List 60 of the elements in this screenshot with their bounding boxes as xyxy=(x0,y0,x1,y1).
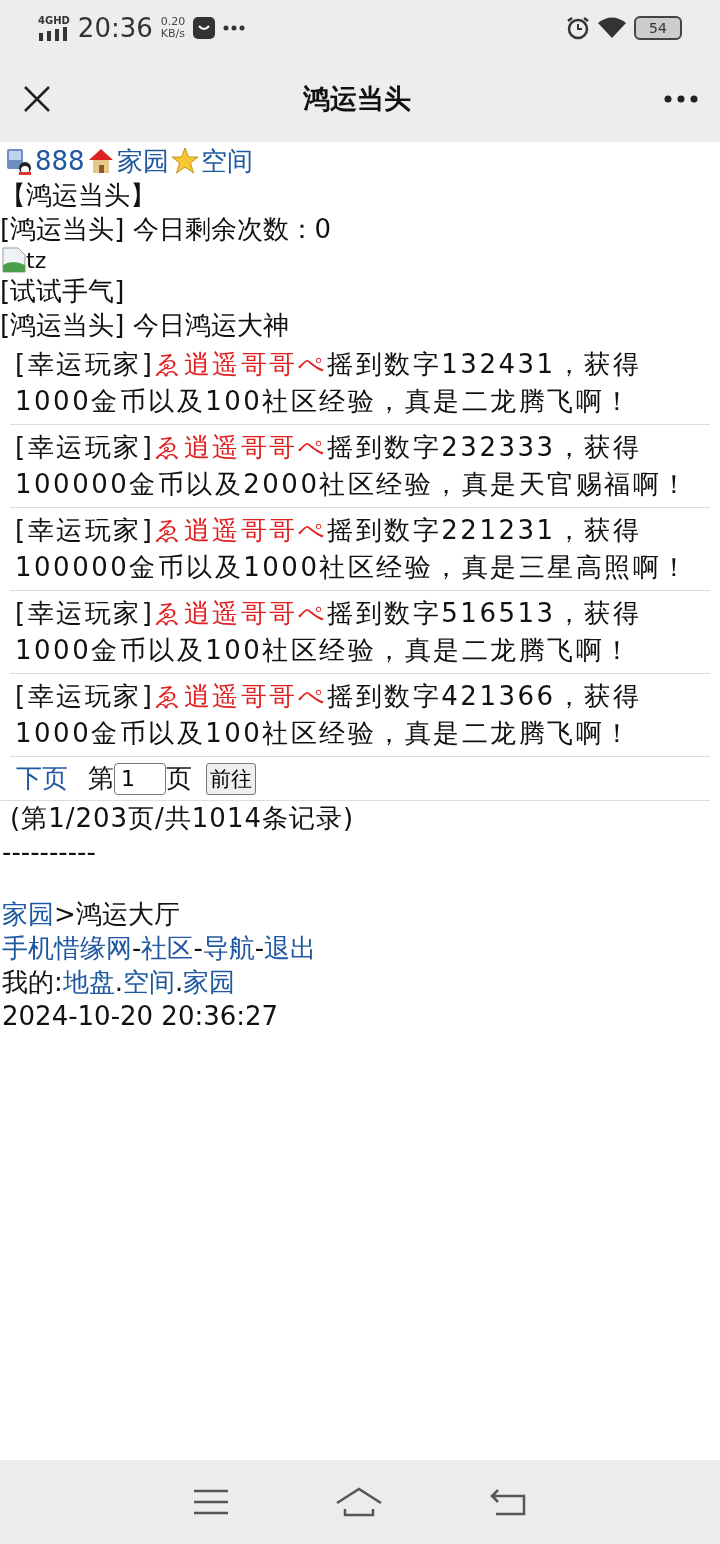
timestamp: 2024-10-20 20:36:27 xyxy=(1,1000,280,1033)
mine-link[interactable]: 地盘 xyxy=(62,967,115,997)
battery-icon: 54 xyxy=(634,16,682,40)
separator: - xyxy=(132,933,142,963)
breadcrumb-link[interactable]: 家园 xyxy=(2,899,54,929)
signal-icon xyxy=(38,27,68,41)
remaining-count: [鸿运当头] 今日剩余次数：0 xyxy=(0,213,333,246)
breadcrumb-current: >鸿运大厅 xyxy=(54,899,180,929)
close-icon[interactable] xyxy=(24,86,50,112)
more-icon[interactable] xyxy=(664,95,698,103)
shopping-bag-icon xyxy=(193,17,216,39)
footer-link[interactable]: 退出 xyxy=(264,933,317,963)
dash-line: ---------- xyxy=(1,836,97,869)
separator: . xyxy=(114,967,124,997)
player-link[interactable]: ゑ逍遥哥哥ぺ xyxy=(154,515,328,545)
nav-link[interactable]: 家园 xyxy=(116,143,169,179)
page-input[interactable]: 1 xyxy=(114,762,166,795)
page-label: 第 xyxy=(88,762,114,795)
back-icon[interactable] xyxy=(490,1488,527,1516)
star-icon xyxy=(170,147,199,175)
player-link[interactable]: ゑ逍遥哥哥ぺ xyxy=(154,598,328,628)
broken-image-icon xyxy=(2,247,26,273)
next-page-link[interactable]: 下页 xyxy=(16,761,68,796)
player-link[interactable]: ゑ逍遥哥哥ぺ xyxy=(154,349,328,379)
mine-label: 我的: xyxy=(2,967,63,997)
status-time: 20:36 xyxy=(77,13,153,43)
speed-unit: KB/s xyxy=(160,28,186,40)
computer-penguin-icon xyxy=(5,147,33,175)
footer-link[interactable]: 导航 xyxy=(202,933,255,963)
page-label: 页 xyxy=(166,762,192,795)
player-link[interactable]: ゑ逍遥哥哥ぺ xyxy=(154,681,328,711)
image-alt-text: tz xyxy=(26,247,47,273)
footer-link[interactable]: 手机惜缘网 xyxy=(2,933,132,963)
menu-icon[interactable] xyxy=(193,1489,228,1515)
record-text: [幸运玩家]ゑ逍遥哥哥ぺ摇到数字516513，获得1000金币以及100社区经验，真是二龙腾飞啊！ xyxy=(15,598,642,665)
mine-link[interactable]: 家园 xyxy=(183,967,236,997)
separator: - xyxy=(254,933,265,963)
network-type: 4GHD xyxy=(38,15,70,26)
try-luck-link[interactable]: [试试手气] xyxy=(0,274,720,308)
separator: - xyxy=(193,933,203,963)
nav-link[interactable]: 888 xyxy=(35,146,85,176)
more-icon xyxy=(223,25,246,31)
section-heading: 【鸿运当头】 xyxy=(0,179,157,212)
record-text: [幸运玩家]ゑ逍遥哥哥ぺ摇到数字421366，获得1000金币以及100社区经验，真是二龙腾飞啊！ xyxy=(15,681,642,748)
record-text: [幸运玩家]ゑ逍遥哥哥ぺ摇到数字132431，获得1000金币以及100社区经验，真是二龙腾飞啊！ xyxy=(15,349,642,416)
network-speed: 0.20 xyxy=(160,16,186,28)
separator: . xyxy=(175,967,184,997)
winners-heading: [鸿运当头] 今日鸿运大神 xyxy=(0,309,290,342)
footer-link[interactable]: 社区 xyxy=(141,933,194,963)
record-text: [幸运玩家]ゑ逍遥哥哥ぺ摇到数字221231，获得100000金币以及1000社区经验，真是三星高照啊！ xyxy=(15,515,690,582)
mine-link[interactable]: 空间 xyxy=(123,967,176,997)
wifi-icon xyxy=(598,17,626,39)
nav-link[interactable]: 空间 xyxy=(200,143,253,179)
alarm-clock-icon xyxy=(566,16,590,40)
page-summary: (第1/203页/共1014条记录) xyxy=(9,802,356,835)
player-link[interactable]: ゑ逍遥哥哥ぺ xyxy=(154,432,328,462)
go-button[interactable]: 前往 xyxy=(206,762,256,795)
record-text: [幸运玩家]ゑ逍遥哥哥ぺ摇到数字232333，获得100000金币以及2000社区经验，真是天官赐福啊！ xyxy=(15,432,690,499)
home-icon[interactable] xyxy=(335,1487,383,1517)
page-title: 鸿运当头 xyxy=(303,82,411,116)
